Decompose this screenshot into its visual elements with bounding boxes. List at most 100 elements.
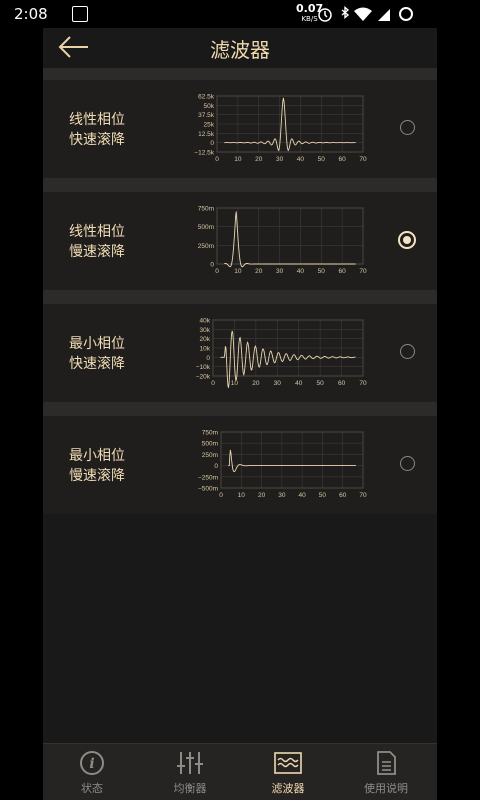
filter-radio-button[interactable] — [400, 120, 415, 135]
filter-option-label: 最小相位 快速滚降 — [69, 334, 149, 374]
filter-name-line2: 快速滚降 — [69, 132, 125, 148]
filter-option-linear-slow[interactable]: 线性相位 慢速滚降 750m 500m 250m 0 0 10 20 30 40 50 60 70 — [43, 192, 437, 290]
x-tick-label: 50 — [319, 492, 327, 499]
cellular-icon — [378, 9, 390, 21]
filter-name-line2: 快速滚降 — [69, 356, 125, 372]
y-tick-label: −250m — [198, 474, 218, 481]
y-tick-label: 0 — [210, 262, 214, 269]
app-header: 滤波器 — [43, 28, 437, 68]
x-tick-label: 30 — [278, 492, 286, 499]
impulse-response-chart: 40k30k20k10k0−10k−20k0 10 20 30 40 50 60 70 — [196, 318, 367, 388]
tab-label: 滤波器 — [271, 782, 305, 795]
y-tick-label: 500m — [202, 441, 218, 448]
y-tick-label: 750m — [202, 430, 218, 437]
y-tick-label: 0 — [214, 463, 218, 470]
filter-name-line1: 最小相位 — [69, 336, 125, 352]
y-tick-label: 500m — [198, 224, 214, 231]
x-tick-label: 60 — [338, 380, 346, 387]
x-tick-label: 60 — [339, 492, 347, 499]
y-tick-label: 10k — [200, 346, 211, 353]
x-tick-label: 50 — [318, 268, 326, 275]
y-tick-label: −20k — [196, 374, 211, 381]
y-tick-label: 0 — [206, 355, 210, 362]
document-icon — [377, 751, 396, 775]
x-tick-label: 30 — [276, 156, 284, 163]
section-divider — [43, 68, 437, 80]
tab-label: 使用说明 — [364, 782, 408, 795]
y-tick-label: 12.5k — [198, 131, 215, 138]
y-tick-label: 50k — [204, 103, 215, 110]
x-tick-label: 70 — [359, 268, 367, 275]
x-tick-label: 30 — [276, 268, 284, 275]
equalizer-icon — [177, 752, 203, 774]
filter-option-minimum-slow[interactable]: 最小相位 慢速滚降 750m 500m 250m 0 −250m −500m 0 10 20 30… — [43, 416, 437, 514]
y-tick-label: −500m — [198, 486, 218, 493]
y-tick-label: 250m — [198, 243, 214, 250]
x-tick-label: 0 — [219, 492, 223, 499]
filter-radio-button[interactable] — [400, 456, 415, 471]
tab-instructions[interactable]: 使用说明 — [337, 744, 435, 800]
section-divider — [43, 290, 437, 304]
filter-radio-button[interactable] — [400, 344, 415, 359]
tab-equalizer[interactable]: 均衡器 — [141, 744, 239, 800]
y-tick-label: 20k — [200, 336, 211, 343]
filter-name-line1: 线性相位 — [69, 224, 125, 240]
tab-label: 均衡器 — [173, 782, 207, 795]
x-tick-label: 10 — [234, 156, 242, 163]
status-bar: 2:08 0.07 KB/S — [0, 0, 480, 28]
filter-name-line1: 最小相位 — [69, 448, 125, 464]
filter-icon — [274, 752, 302, 774]
filter-option-linear-fast[interactable]: 线性相位 快速滚降 62.5k 50k 37.5k 25k 12.5k 0 −12.5k 0 1… — [43, 80, 437, 178]
filter-option-label: 线性相位 快速滚降 — [69, 110, 149, 150]
filter-name-line1: 线性相位 — [69, 112, 125, 128]
y-tick-label: 25k — [204, 122, 215, 129]
screenshot-app-icon — [72, 6, 88, 22]
filter-screen: 滤波器 线性相位 快速滚降 62.5k 50k 37.5k 25k 12.5k 0 −12.… — [43, 28, 437, 800]
x-tick-label: 20 — [255, 268, 263, 275]
tab-label: 状态 — [81, 782, 103, 795]
x-tick-label: 0 — [211, 380, 215, 387]
impulse-response-chart: 62.5k50k37.5k25k12.5k0−12.5k0 10 20 30 40 50 6… — [194, 94, 367, 164]
x-tick-label: 50 — [317, 380, 325, 387]
x-tick-label: 10 — [234, 268, 242, 275]
wifi-icon — [354, 7, 372, 21]
x-tick-label: 20 — [252, 380, 260, 387]
chart-frame — [220, 431, 364, 489]
section-divider — [43, 178, 437, 192]
impulse-trace — [224, 211, 356, 268]
x-tick-label: 20 — [255, 156, 263, 163]
y-tick-label: 0 — [210, 140, 214, 147]
impulse-trace — [220, 330, 356, 388]
x-tick-label: 40 — [295, 380, 303, 387]
x-tick-label: 0 — [215, 156, 219, 163]
x-tick-label: 10 — [231, 380, 239, 387]
chart-frame — [216, 207, 364, 265]
svg-text:i: i — [89, 756, 94, 772]
y-tick-label: 37.5k — [198, 112, 215, 119]
status-icons — [318, 6, 413, 22]
x-tick-label: 70 — [359, 156, 367, 163]
page-title: 滤波器 — [210, 38, 270, 62]
y-tick-label: 250m — [202, 452, 218, 459]
filter-option-minimum-fast[interactable]: 最小相位 快速滚降 40k 30k 20k 10k 0 −10k −20k 0 10 20 30 40… — [43, 304, 437, 402]
x-tick-label: 70 — [359, 380, 367, 387]
section-divider — [43, 402, 437, 416]
bluetooth-icon — [341, 6, 350, 19]
x-tick-label: 40 — [297, 268, 305, 275]
filter-option-label: 线性相位 慢速滚降 — [69, 222, 149, 262]
x-tick-label: 60 — [339, 156, 347, 163]
status-time: 2:08 — [14, 5, 48, 23]
filter-option-label: 最小相位 慢速滚降 — [69, 446, 149, 486]
x-tick-label: 60 — [339, 268, 347, 275]
y-tick-label: 30k — [200, 327, 211, 334]
filter-radio-button-selected[interactable] — [398, 231, 416, 249]
x-tick-label: 40 — [297, 156, 305, 163]
y-tick-label: −12.5k — [194, 150, 214, 157]
bottom-tab-bar: i 状态 均衡器 滤波器 使用说明 — [43, 743, 437, 800]
x-tick-label: 0 — [215, 268, 219, 275]
x-tick-label: 30 — [274, 380, 282, 387]
impulse-response-chart: 750m 500m 250m 00 10 20 30 40 50 60 70 — [198, 206, 367, 276]
tab-filter[interactable]: 滤波器 — [239, 744, 337, 800]
x-tick-label: 20 — [258, 492, 266, 499]
tab-status[interactable]: i 状态 — [43, 744, 141, 800]
